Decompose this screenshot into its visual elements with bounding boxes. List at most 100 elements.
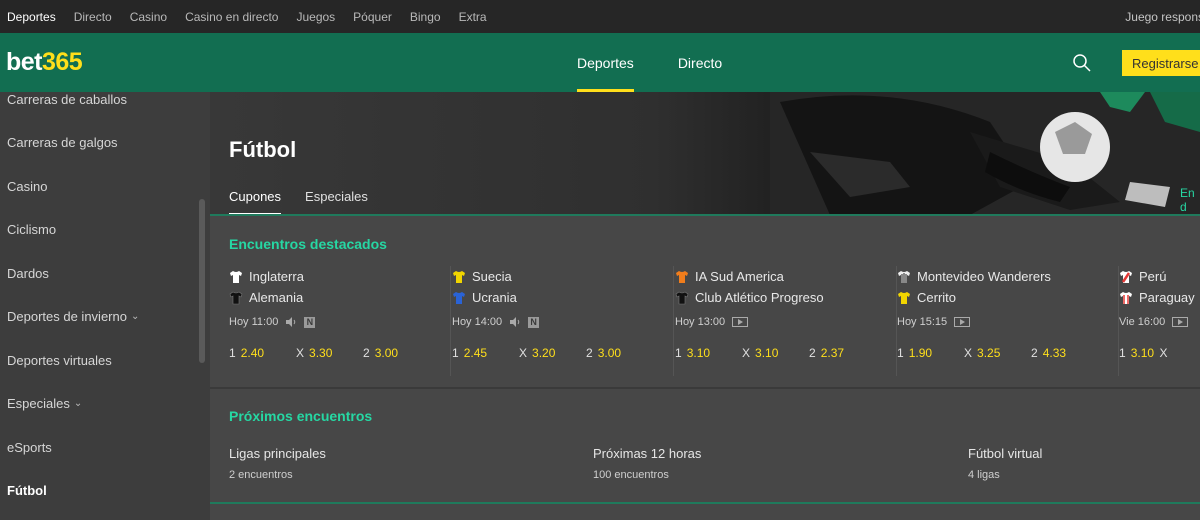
sidebar-item-carreras-caballos[interactable]: Carreras de caballos [7, 92, 127, 107]
odd-button-away[interactable]: 2 2.37 [809, 346, 876, 360]
odd-button-draw[interactable]: X 3.25 [964, 346, 1031, 360]
sidebar-item-deportes-virtuales[interactable]: Deportes virtuales [7, 353, 112, 368]
odd-button-draw[interactable]: X 3.10 [742, 346, 809, 360]
chevron-down-icon: ⌄ [130, 311, 140, 322]
sidebar-item-ciclismo[interactable]: Ciclismo [7, 222, 56, 237]
logo-bet: bet [6, 48, 43, 76]
section-divider [210, 387, 1200, 389]
bet365-logo[interactable]: bet365 [6, 47, 83, 77]
shirt-icon [229, 291, 243, 304]
match-time: Hoy 15:15 [897, 316, 948, 328]
register-button[interactable]: Registrarse [1122, 50, 1200, 76]
away-team: Alemania [229, 287, 450, 308]
topnav-casino[interactable]: Casino [121, 0, 176, 33]
tab-cupones[interactable]: Cupones [229, 189, 282, 215]
tab-especiales[interactable]: Especiales [305, 189, 368, 215]
video-icon [954, 317, 971, 327]
odd-button-away[interactable]: 2 3.00 [586, 346, 653, 360]
match-meta: Vie 16:00 [1119, 314, 1200, 330]
sidebar-item-label: Casino [7, 179, 48, 194]
odd-label: X [964, 346, 973, 360]
sidebar-item-casino[interactable]: Casino [7, 179, 47, 194]
upcoming-item-count: 100 encuentros [593, 469, 669, 481]
sidebar-item-deportes-invierno[interactable]: Deportes de invierno ⌄ [7, 309, 139, 324]
sidebar-item-label: eSports [7, 440, 52, 455]
shirt-icon [675, 291, 689, 304]
upcoming-futbol-virtual[interactable]: Fútbol virtual 4 ligas [968, 446, 1042, 481]
search-icon[interactable] [1072, 53, 1092, 73]
video-icon [1172, 317, 1189, 327]
home-team: Suecia [452, 266, 673, 287]
odd-value: 3.10 [755, 346, 779, 360]
odd-button-draw[interactable]: X 3.20 [519, 346, 586, 360]
shirt-icon [676, 270, 688, 283]
team-name: IA Sud America [695, 269, 784, 284]
match-card[interactable]: Suecia Ucrania Hoy 14:00 N 1 2.45 X 3.20 23… [452, 266, 674, 376]
odd-button-home[interactable]: 1 1.90 [897, 346, 964, 360]
topnav-casino-en-directo[interactable]: Casino en directo [176, 0, 287, 33]
topnav-deportes[interactable]: Deportes [0, 0, 65, 33]
odd-label: 2 [363, 346, 370, 360]
odd-label: 1 [897, 346, 904, 360]
odd-button-home[interactable]: 1 3.10 [675, 346, 742, 360]
team-name: Suecia [472, 269, 512, 284]
odd-label: 1 [229, 346, 236, 360]
shirt-icon [1120, 270, 1132, 283]
section-divider [210, 502, 1200, 504]
sidebar-item-especiales[interactable]: Especiales ⌄ [7, 396, 82, 411]
match-card[interactable]: IA Sud America Club Atlético Progreso Ho… [675, 266, 897, 376]
shirt-icon [230, 270, 242, 283]
topnav-poquer[interactable]: Póquer [344, 0, 401, 33]
responsible-gaming-link[interactable]: Juego respons [1125, 0, 1200, 33]
hero-edge-link[interactable]: En d [1180, 186, 1200, 214]
sidebar-item-label: Especiales [7, 396, 70, 411]
odds-row: 1 2.40 X 3.30 2 3.00 [229, 346, 450, 360]
odd-label: 2 [809, 346, 816, 360]
match-card[interactable]: Montevideo Wanderers Cerrito Hoy 15:15 1… [897, 266, 1119, 376]
upcoming-ligas-principales[interactable]: Ligas principales 2 encuentros [229, 446, 326, 481]
top-bar: Deportes Directo Casino Casino en direct… [0, 0, 1200, 33]
odd-value: 4.33 [1042, 346, 1067, 360]
match-card[interactable]: Inglaterra Alemania Hoy 11:00 N 1 2.40 X 3.… [229, 266, 451, 376]
mainnav-directo[interactable]: Directo [667, 33, 733, 92]
odds-row: 1 3.10 X [1119, 346, 1200, 360]
topnav-extra[interactable]: Extra [450, 0, 496, 33]
odd-button-draw[interactable]: X 3.30 [296, 346, 363, 360]
away-team: Cerrito [897, 287, 1118, 308]
odd-button-draw[interactable]: X [1160, 346, 1200, 360]
match-card[interactable]: Perú Paraguay Vie 16:00 1 3.10 X [1119, 266, 1200, 376]
topnav-directo[interactable]: Directo [65, 0, 121, 33]
match-time: Hoy 13:00 [675, 316, 726, 328]
odd-button-home[interactable]: 1 2.40 [229, 346, 296, 360]
top-nav: Deportes Directo Casino Casino en direct… [0, 0, 496, 33]
topnav-bingo[interactable]: Bingo [401, 0, 450, 33]
odd-button-home[interactable]: 1 3.10 [1119, 346, 1160, 360]
odd-value: 2.37 [820, 346, 845, 360]
sidebar-item-esports[interactable]: eSports [7, 440, 52, 455]
sidebar-scrollbar[interactable] [199, 199, 205, 363]
odd-label: X [742, 346, 751, 360]
team-name: Club Atlético Progreso [695, 290, 824, 305]
team-name: Cerrito [917, 290, 957, 305]
sidebar-item-futbol[interactable]: Fútbol [7, 483, 47, 498]
upcoming-proximas-12-horas[interactable]: Próximas 12 horas 100 encuentros [593, 446, 701, 481]
odd-value: 2.45 [463, 346, 488, 360]
shirt-icon [898, 270, 910, 283]
sidebar-item-carreras-galgos[interactable]: Carreras de galgos [7, 135, 118, 150]
mainnav-deportes[interactable]: Deportes [566, 33, 645, 92]
match-time: Hoy 11:00 [229, 316, 279, 328]
upcoming-item-title: Próximas 12 horas [593, 446, 702, 461]
audio-icon [510, 317, 520, 327]
odd-button-home[interactable]: 1 2.45 [452, 346, 519, 360]
logo-365: 365 [42, 48, 83, 76]
sidebar-item-dardos[interactable]: Dardos [7, 266, 49, 281]
odd-value: 1.90 [908, 346, 933, 360]
away-team: Paraguay [1119, 287, 1200, 308]
match-time: Vie 16:00 [1119, 316, 1166, 328]
odd-button-away[interactable]: 2 4.33 [1031, 346, 1098, 360]
odd-value: 3.10 [1130, 346, 1155, 360]
main-header: bet365 Deportes Directo Registrarse [0, 33, 1200, 92]
match-meta: Hoy 15:15 [897, 314, 1118, 330]
odd-button-away[interactable]: 2 3.00 [363, 346, 430, 360]
topnav-juegos[interactable]: Juegos [287, 0, 344, 33]
